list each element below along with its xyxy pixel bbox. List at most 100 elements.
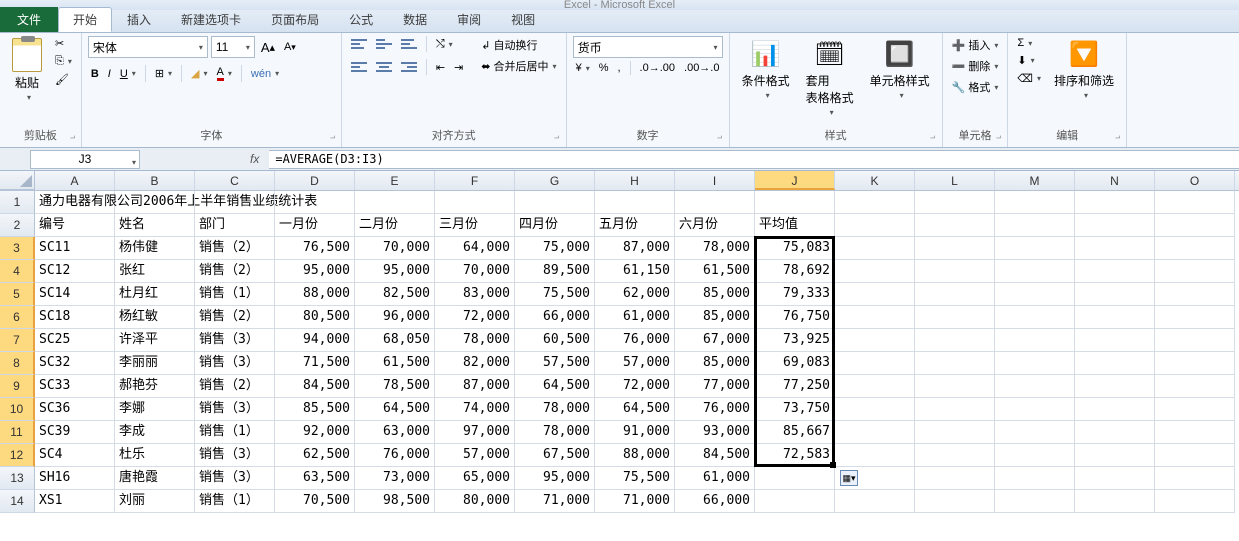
cell[interactable]: 61,500 (675, 260, 755, 283)
tab-data[interactable]: 数据 (388, 7, 442, 32)
cell[interactable] (435, 191, 515, 214)
formula-bar[interactable]: =AVERAGE(D3:I3) (269, 150, 1239, 169)
align-bottom-button[interactable] (398, 36, 420, 52)
cell[interactable]: 80,000 (435, 490, 515, 513)
cell[interactable] (995, 306, 1075, 329)
cell[interactable] (835, 260, 915, 283)
cell[interactable]: 61,500 (355, 352, 435, 375)
tab-review[interactable]: 审阅 (442, 7, 496, 32)
cell[interactable]: 77,000 (675, 375, 755, 398)
cell[interactable]: 85,000 (675, 352, 755, 375)
cell[interactable] (995, 375, 1075, 398)
cell[interactable] (995, 352, 1075, 375)
cell[interactable]: 62,500 (275, 444, 355, 467)
cell[interactable]: 三月份 (435, 214, 515, 237)
cell[interactable] (1075, 444, 1155, 467)
cell[interactable]: 72,583 (755, 444, 835, 467)
cell[interactable]: 82,000 (435, 352, 515, 375)
comma-button[interactable]: , (614, 61, 623, 75)
cell[interactable]: 75,500 (515, 283, 595, 306)
column-header-F[interactable]: F (435, 171, 515, 190)
cell[interactable] (995, 329, 1075, 352)
inc-decimal-button[interactable]: .0→.00 (637, 61, 678, 75)
cell[interactable]: XS1 (35, 490, 115, 513)
row-header[interactable]: 9 (0, 375, 35, 398)
merge-center-button[interactable]: ⬌ 合并后居中▾ (478, 57, 559, 75)
tab-file[interactable]: 文件 (0, 7, 58, 32)
cell[interactable] (1155, 329, 1235, 352)
format-cells-button[interactable]: 🔧 格式▾ (949, 78, 1002, 96)
cell[interactable] (915, 260, 995, 283)
cell[interactable]: 销售（2） (195, 306, 275, 329)
cell[interactable]: 91,000 (595, 421, 675, 444)
cell[interactable] (995, 444, 1075, 467)
cell[interactable]: 李丽丽 (115, 352, 195, 375)
cell[interactable]: 销售（3） (195, 329, 275, 352)
fill-color-button[interactable]: ◢▾ (188, 66, 210, 81)
cell[interactable] (835, 490, 915, 513)
cell[interactable]: 一月份 (275, 214, 355, 237)
cell[interactable]: 66,000 (515, 306, 595, 329)
cell[interactable] (1075, 375, 1155, 398)
copy-button[interactable]: ⎘▾ (52, 54, 75, 69)
cell[interactable]: SC4 (35, 444, 115, 467)
cell[interactable]: 87,000 (435, 375, 515, 398)
row-header[interactable]: 11 (0, 421, 35, 444)
tab-formula[interactable]: 公式 (334, 7, 388, 32)
cell[interactable]: 销售（3） (195, 467, 275, 490)
cell[interactable] (835, 191, 915, 214)
cell[interactable]: 70,000 (355, 237, 435, 260)
format-painter-button[interactable]: 🖌 (52, 72, 75, 87)
cell[interactable]: 94,000 (275, 329, 355, 352)
cell[interactable]: 75,083 (755, 237, 835, 260)
cell-styles-button[interactable]: 🔲单元格样式▾ (864, 36, 936, 102)
cell[interactable]: 76,000 (355, 444, 435, 467)
cell[interactable] (995, 283, 1075, 306)
cell[interactable]: 销售（2） (195, 237, 275, 260)
cell[interactable]: 72,000 (595, 375, 675, 398)
cell[interactable]: 83,000 (435, 283, 515, 306)
column-header-D[interactable]: D (275, 171, 355, 190)
worksheet[interactable]: ABCDEFGHIJKLMNO 1通力电器有限公司2006年上半年销售业绩统计表… (0, 171, 1239, 513)
cell[interactable]: 销售（3） (195, 398, 275, 421)
cell[interactable]: 销售（3） (195, 352, 275, 375)
tab-layout[interactable]: 页面布局 (256, 7, 334, 32)
cut-button[interactable]: ✂ (52, 36, 75, 51)
cell[interactable]: 98,500 (355, 490, 435, 513)
cell[interactable]: 61,000 (595, 306, 675, 329)
cell[interactable] (835, 214, 915, 237)
cell[interactable]: 66,000 (675, 490, 755, 513)
align-left-button[interactable] (348, 59, 370, 75)
cell[interactable] (995, 237, 1075, 260)
cell[interactable] (1155, 398, 1235, 421)
cell[interactable]: SH16 (35, 467, 115, 490)
cell[interactable] (1075, 191, 1155, 214)
cell[interactable] (835, 444, 915, 467)
clear-button[interactable]: ⌫▾ (1014, 71, 1044, 86)
column-header-J[interactable]: J (755, 171, 835, 190)
cell[interactable]: 姓名 (115, 214, 195, 237)
column-header-N[interactable]: N (1075, 171, 1155, 190)
cell[interactable]: 编号 (35, 214, 115, 237)
row-header[interactable]: 7 (0, 329, 35, 352)
cell[interactable]: 68,050 (355, 329, 435, 352)
cell[interactable]: SC36 (35, 398, 115, 421)
cell[interactable]: 78,500 (355, 375, 435, 398)
cell[interactable]: 85,667 (755, 421, 835, 444)
cell[interactable] (1075, 214, 1155, 237)
cell[interactable]: 77,250 (755, 375, 835, 398)
cell[interactable]: 57,500 (515, 352, 595, 375)
table-format-button[interactable]: 🗓套用 表格格式▾ (800, 36, 860, 119)
cell[interactable] (995, 214, 1075, 237)
dec-decimal-button[interactable]: .00→.0 (681, 61, 722, 75)
font-size-select[interactable]: 11▾ (211, 36, 255, 58)
cell[interactable]: 61,150 (595, 260, 675, 283)
underline-button[interactable]: U▾ (117, 67, 139, 81)
cell[interactable]: 85,000 (675, 306, 755, 329)
cell[interactable] (835, 237, 915, 260)
cell[interactable]: 57,000 (435, 444, 515, 467)
cell[interactable]: 刘丽 (115, 490, 195, 513)
cell[interactable]: 95,000 (515, 467, 595, 490)
cell[interactable]: 63,500 (275, 467, 355, 490)
cell[interactable] (1155, 306, 1235, 329)
